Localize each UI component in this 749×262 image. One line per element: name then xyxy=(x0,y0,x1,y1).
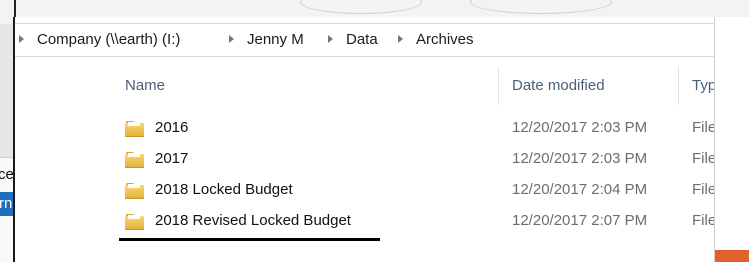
file-name: 2017 xyxy=(155,150,189,167)
file-date-modified: 12/20/2017 2:04 PM xyxy=(512,181,648,198)
column-divider[interactable] xyxy=(678,67,679,105)
background-partial-text: ce xyxy=(0,166,14,183)
background-selected-item[interactable]: rn xyxy=(0,192,13,216)
file-row[interactable]: 2018 Revised Locked Budget 12/20/2017 2:… xyxy=(125,210,725,234)
file-date-modified: 12/20/2017 2:07 PM xyxy=(512,212,648,229)
folder-icon xyxy=(125,121,144,137)
file-name: 2018 Locked Budget xyxy=(155,181,293,198)
background-decoration xyxy=(300,0,422,14)
orange-accent-block xyxy=(715,250,749,262)
file-name: 2016 xyxy=(155,119,189,136)
file-row[interactable]: 2017 12/20/2017 2:03 PM File folder xyxy=(125,148,725,172)
breadcrumb-item-data[interactable]: Data xyxy=(346,31,378,48)
adjacent-window-edge xyxy=(714,17,749,262)
address-bar[interactable]: Company (\\earth) (I:) Jenny M Data Arch… xyxy=(15,23,716,57)
breadcrumb-item-archives[interactable]: Archives xyxy=(416,31,474,48)
background-window-panel: ce rn xyxy=(0,157,14,262)
screen: ce rn Company (\\earth) (I:) Jenny M Dat… xyxy=(0,0,749,262)
column-divider[interactable] xyxy=(498,67,499,105)
file-date-modified: 12/20/2017 2:03 PM xyxy=(512,119,648,136)
file-row[interactable]: 2016 12/20/2017 2:03 PM File folder xyxy=(125,117,725,141)
chevron-right-icon[interactable] xyxy=(328,35,333,43)
folder-icon xyxy=(125,152,144,168)
chevron-right-icon[interactable] xyxy=(398,35,403,43)
chevron-right-icon[interactable] xyxy=(19,35,24,43)
background-selected-text: rn xyxy=(0,195,13,212)
file-explorer-window: Company (\\earth) (I:) Jenny M Data Arch… xyxy=(13,17,749,262)
background-decoration xyxy=(470,0,612,14)
folder-icon xyxy=(125,214,144,230)
folder-icon xyxy=(125,183,144,199)
column-header-date-modified[interactable]: Date modified xyxy=(512,77,605,94)
breadcrumb-item-drive[interactable]: Company (\\earth) (I:) xyxy=(37,31,180,48)
column-header-name[interactable]: Name xyxy=(125,77,165,94)
file-date-modified: 12/20/2017 2:03 PM xyxy=(512,150,648,167)
highlight-underline xyxy=(119,238,380,241)
file-name: 2018 Revised Locked Budget xyxy=(155,212,351,229)
breadcrumb-item-user[interactable]: Jenny M xyxy=(247,31,304,48)
chevron-right-icon[interactable] xyxy=(229,35,234,43)
file-row[interactable]: 2018 Locked Budget 12/20/2017 2:04 PM Fi… xyxy=(125,179,725,203)
